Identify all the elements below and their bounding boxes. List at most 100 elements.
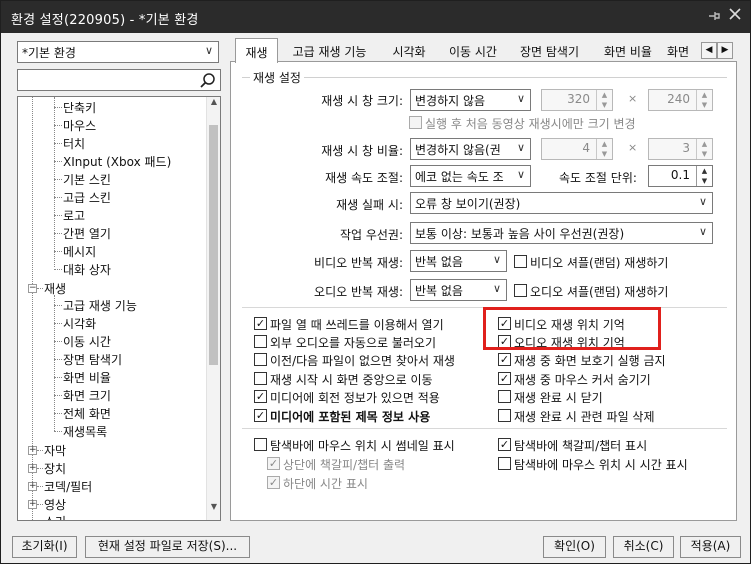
speed-select[interactable]: 에코 없는 속도 조 ∨ xyxy=(410,165,531,187)
search-input[interactable] xyxy=(17,69,221,91)
tree-item-fullscreen[interactable]: 전체 화면 xyxy=(63,405,111,423)
expand-icon[interactable]: + xyxy=(28,482,37,491)
checkbox[interactable] xyxy=(254,317,267,330)
checkbox[interactable] xyxy=(254,409,267,422)
save-as-button[interactable]: 현재 설정 파일로 저장(S)... xyxy=(85,536,250,558)
ratio-w-spinner: 4 ▲ ▼ xyxy=(541,138,613,160)
tab-advanced-playback[interactable]: 고급 재생 기능 xyxy=(282,40,377,62)
video-repeat-label: 비디오 반복 재생: xyxy=(314,256,403,270)
scroll-thumb[interactable] xyxy=(209,125,218,365)
tree-item-codec-filter[interactable]: 코덱/필터 xyxy=(44,478,92,496)
expand-icon[interactable]: + xyxy=(28,464,37,473)
tree-item-touch[interactable]: 터치 xyxy=(63,135,85,153)
scroll-up-icon[interactable]: ▲ xyxy=(209,97,219,113)
tree-item-mouse[interactable]: 마우스 xyxy=(63,117,96,135)
window-size-select[interactable]: 변경하지 않음 ∨ xyxy=(410,89,531,111)
tree-item-logo[interactable]: 로고 xyxy=(63,207,85,225)
checkbox[interactable] xyxy=(254,335,267,348)
tree-item-advanced-playback[interactable]: 고급 재생 기능 xyxy=(63,297,137,315)
tree-item-dialog[interactable]: 대화 상자 xyxy=(63,261,111,279)
chevron-down-icon: ∨ xyxy=(516,92,525,105)
tree-item-seek-time[interactable]: 이동 시간 xyxy=(63,333,111,351)
tree-item-device[interactable]: 장치 xyxy=(44,460,66,478)
settings-tree: 단축키 마우스 터치 XInput (Xbox 패드) 기본 스킨 고급 스킨 … xyxy=(17,96,221,521)
tab-seek-time[interactable]: 이동 시간 xyxy=(441,40,505,62)
profile-select[interactable]: *기본 환경 ∨ xyxy=(17,41,219,63)
tree-item-shortcut[interactable]: 단축키 xyxy=(63,99,96,117)
ratio-select[interactable]: 변경하지 않음(권 ∨ xyxy=(410,138,531,160)
times-separator: × xyxy=(628,92,638,105)
audio-shuffle-label: 오디오 셔플(랜덤) 재생하기 xyxy=(530,285,669,299)
fail-select[interactable]: 오류 창 보이기(권장) ∨ xyxy=(410,192,713,214)
tree-item-basic-skin[interactable]: 기본 스킨 xyxy=(63,171,111,189)
scroll-down-icon[interactable]: ▼ xyxy=(209,502,219,518)
check-label: 재생 완료 시 닫기 xyxy=(514,391,603,405)
search-icon[interactable] xyxy=(199,72,217,89)
priority-select[interactable]: 보통 이상: 보통과 높음 사이 우선권(권장) ∨ xyxy=(410,222,713,244)
check-label: 이전/다음 파일이 없으면 찾아서 재생 xyxy=(270,354,455,368)
chevron-down-icon: ∨ xyxy=(204,44,213,57)
checkbox[interactable] xyxy=(498,438,511,451)
tab-visualization[interactable]: 시각화 xyxy=(383,40,435,62)
checkbox[interactable] xyxy=(498,390,511,403)
pin-icon[interactable] xyxy=(707,9,721,23)
spinner-arrows-icon[interactable]: ▲ ▼ xyxy=(696,166,712,186)
settings-window: 환경 설정(220905) - *기본 환경 *기본 환경 ∨ 단축키 마우스 … xyxy=(0,0,751,564)
tree-item-audio[interactable]: 소리 xyxy=(44,513,66,520)
tab-aspect-ratio[interactable]: 화면 비율 xyxy=(595,40,661,62)
chevron-down-icon: ∨ xyxy=(698,195,707,208)
apply-button[interactable]: 적용(A) xyxy=(680,536,741,558)
check-label: 상단에 책갈피/챕터 출력 xyxy=(283,458,406,472)
close-icon[interactable] xyxy=(728,7,744,23)
tab-scroll-right-icon[interactable]: ▶ xyxy=(717,42,733,59)
tree-item-video[interactable]: 영상 xyxy=(44,496,66,514)
video-shuffle-checkbox[interactable] xyxy=(514,255,527,268)
check-label: 탐색바에 마우스 위치 시 썸네일 표시 xyxy=(270,439,455,453)
speed-unit-spinner[interactable]: 0.1 ▲ ▼ xyxy=(648,165,713,187)
width-spinner: 320 ▲ ▼ xyxy=(541,89,613,111)
tree-item-quick-open[interactable]: 간편 열기 xyxy=(63,225,111,243)
tree-item-aspect-ratio[interactable]: 화면 비율 xyxy=(63,369,111,387)
ratio-value: 변경하지 않음(권 xyxy=(415,143,501,157)
cancel-button[interactable]: 취소(C) xyxy=(613,536,674,558)
tree-scrollbar[interactable]: ▲ ▼ xyxy=(206,97,220,520)
checkbox[interactable] xyxy=(254,353,267,366)
tree-item-playlist[interactable]: 재생목록 xyxy=(63,423,107,441)
first-only-label: 실행 후 처음 동영상 재생시에만 크기 변경 xyxy=(425,117,636,131)
video-shuffle-label: 비디오 셔플(랜덤) 재생하기 xyxy=(530,256,669,270)
tree-item-screen-size[interactable]: 화면 크기 xyxy=(63,387,111,405)
tree-item-playback[interactable]: 재생 xyxy=(44,280,66,298)
checkbox[interactable] xyxy=(254,438,267,451)
tree-item-xinput[interactable]: XInput (Xbox 패드) xyxy=(63,153,171,171)
height-spinner: 240 ▲ ▼ xyxy=(648,89,713,111)
reset-button[interactable]: 초기화(I) xyxy=(12,536,77,558)
checkbox[interactable] xyxy=(498,457,511,470)
audio-repeat-select[interactable]: 반복 없음 ∨ xyxy=(410,279,507,301)
video-repeat-value: 반복 없음 xyxy=(415,255,463,269)
checkbox[interactable] xyxy=(498,372,511,385)
tab-scroll-left-icon[interactable]: ◀ xyxy=(701,42,717,59)
audio-repeat-label: 오디오 반복 재생: xyxy=(314,285,403,299)
tab-scene-explorer[interactable]: 장면 탐색기 xyxy=(511,40,588,62)
tree-item-advanced-skin[interactable]: 고급 스킨 xyxy=(63,189,111,207)
expand-icon[interactable]: + xyxy=(28,500,37,509)
checkbox[interactable] xyxy=(254,372,267,385)
tab-screen[interactable]: 화면 xyxy=(667,40,699,62)
audio-shuffle-checkbox[interactable] xyxy=(514,284,527,297)
tab-playback[interactable]: 재생 xyxy=(235,38,278,63)
speed-value: 에코 없는 속도 조 xyxy=(415,170,504,184)
tree-item-visualization[interactable]: 시각화 xyxy=(63,315,96,333)
checkbox[interactable] xyxy=(498,409,511,422)
tree-item-message[interactable]: 메시지 xyxy=(63,243,96,261)
chevron-down-icon: ∨ xyxy=(698,225,707,238)
video-repeat-select[interactable]: 반복 없음 ∨ xyxy=(410,250,507,272)
checkbox[interactable] xyxy=(498,353,511,366)
collapse-icon[interactable]: − xyxy=(28,284,37,293)
tree-item-subtitle[interactable]: 자막 xyxy=(44,442,66,460)
checkbox xyxy=(267,457,280,470)
expand-icon[interactable]: + xyxy=(28,446,37,455)
tree-item-scene-explorer[interactable]: 장면 탐색기 xyxy=(63,351,122,369)
checkbox[interactable] xyxy=(254,390,267,403)
check-label: 탐색바에 책갈피/챕터 표시 xyxy=(514,439,648,453)
ok-button[interactable]: 확인(O) xyxy=(543,536,606,558)
